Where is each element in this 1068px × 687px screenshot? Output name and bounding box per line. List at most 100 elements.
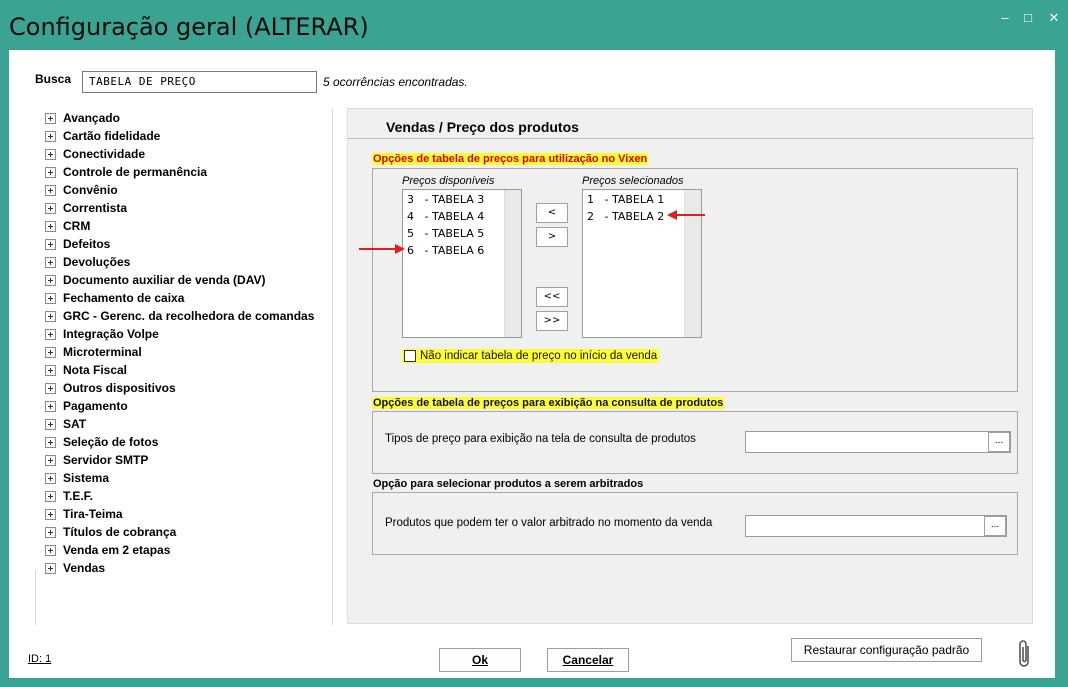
available-list-scrollbar[interactable] [504,190,521,337]
sidebar-item-label: Microterminal [63,345,142,359]
list-item[interactable]: 3 - TABELA 3 [407,193,484,210]
move-right-button[interactable]: > [536,227,568,247]
expand-icon[interactable] [45,346,56,358]
sidebar-item-nota-fiscal[interactable]: Nota Fiscal [45,361,127,379]
sidebar-item-outros-dispositivos[interactable]: Outros dispositivos [45,379,176,397]
expand-icon[interactable] [45,130,56,142]
paperclip-icon[interactable] [1015,638,1033,670]
record-id[interactable]: ID: 1 [28,653,51,665]
sidebar-item-label: Avançado [63,111,120,125]
ok-button[interactable]: Ok [439,648,521,672]
expand-icon[interactable] [45,292,56,304]
expand-icon[interactable] [45,256,56,268]
list-item[interactable]: 5 - TABELA 5 [407,227,484,244]
sidebar-item-convenio[interactable]: Convênio [45,181,118,199]
expand-icon[interactable] [45,184,56,196]
sidebar-item-pagamento[interactable]: Pagamento [45,397,128,415]
arbitrated-products-field-label: Produtos que podem ter o valor arbitrado… [385,517,713,529]
sidebar-item-devolucoes[interactable]: Devoluções [45,253,130,271]
expand-icon[interactable] [45,148,56,160]
sidebar-item-controle-permanencia[interactable]: Controle de permanência [45,163,207,181]
expand-icon[interactable] [45,112,56,124]
expand-icon[interactable] [45,274,56,286]
expand-icon[interactable] [45,472,56,484]
expand-icon[interactable] [45,220,56,232]
sidebar-item-titulos-cobranca[interactable]: Títulos de cobrança [45,523,176,541]
expand-icon[interactable] [45,364,56,376]
sidebar-item-integracao-volpe[interactable]: Integração Volpe [45,325,159,343]
sidebar-item-cartao-fidelidade[interactable]: Cartão fidelidade [45,127,160,145]
sidebar-item-correntista[interactable]: Correntista [45,199,127,217]
list-item[interactable]: 2 - TABELA 2 [587,210,664,227]
sidebar-item-fechamento-caixa[interactable]: Fechamento de caixa [45,289,184,307]
cancel-button[interactable]: Cancelar [547,648,629,672]
arbitrated-products-lookup-button[interactable]: ... [984,516,1006,536]
sidebar-item-tira-teima[interactable]: Tira-Teima [45,505,123,523]
maximize-icon[interactable]: □ [1020,10,1036,26]
expand-icon[interactable] [45,418,56,430]
sidebar-item-dav[interactable]: Documento auxiliar de venda (DAV) [45,271,265,289]
sidebar-item-venda-2-etapas[interactable]: Venda em 2 etapas [45,541,170,559]
sidebar-item-servidor-smtp[interactable]: Servidor SMTP [45,451,148,469]
no-price-table-checkbox-row[interactable]: Não indicar tabela de preço no início da… [402,349,660,363]
move-left-button[interactable]: < [536,203,568,223]
sidebar-item-vendas[interactable]: Vendas [45,559,105,577]
sidebar-item-label: Conectividade [63,147,146,161]
cancel-button-label: Cancelar [562,653,614,667]
sidebar-item-defeitos[interactable]: Defeitos [45,235,110,253]
sidebar-item-sat[interactable]: SAT [45,415,86,433]
move-all-right-button[interactable]: >> [536,311,568,331]
search-input[interactable]: TABELA DE PREÇO [82,71,317,93]
annotation-arrow-left-icon [667,210,705,220]
panel-divider [348,138,1034,139]
sidebar-item-label: Tira-Teima [63,507,123,521]
list-item[interactable]: 4 - TABELA 4 [407,210,484,227]
sidebar-item-label: Defeitos [63,237,111,251]
expand-icon[interactable] [45,328,56,340]
title-bar: Configuração geral (ALTERAR) – □ ✕ [0,0,1068,50]
sidebar-item-grc[interactable]: GRC - Gerenc. da recolhedora de comandas [45,307,314,325]
move-all-left-button[interactable]: << [536,287,568,307]
list-item[interactable]: 1 - TABELA 1 [587,193,664,210]
minimize-icon[interactable]: – [997,10,1013,26]
no-price-table-checkbox-label: Não indicar tabela de preço no início da… [420,350,658,362]
search-label: Busca [35,72,72,86]
expand-icon[interactable] [45,544,56,556]
sidebar-item-label: Integração Volpe [63,327,159,341]
no-price-table-checkbox[interactable] [404,350,416,362]
expand-icon[interactable] [45,436,56,448]
sidebar-item-label: Venda em 2 etapas [63,543,171,557]
sidebar-item-sistema[interactable]: Sistema [45,469,109,487]
expand-icon[interactable] [45,166,56,178]
query-price-field[interactable] [745,431,1011,453]
selected-prices-label: Preços selecionados [582,175,684,187]
expand-icon[interactable] [45,508,56,520]
sidebar-item-label: Controle de permanência [63,165,208,179]
arbitrated-products-field[interactable] [745,515,1007,537]
restore-defaults-button[interactable]: Restaurar configuração padrão [791,638,982,662]
sidebar-item-crm[interactable]: CRM [45,217,90,235]
expand-icon[interactable] [45,382,56,394]
sidebar-item-tef[interactable]: T.E.F. [45,487,93,505]
expand-icon[interactable] [45,562,56,574]
config-window: Configuração geral (ALTERAR) – □ ✕ Busca… [0,0,1068,687]
sidebar-item-label: Outros dispositivos [63,381,176,395]
close-icon[interactable]: ✕ [1046,10,1062,26]
expand-icon[interactable] [45,490,56,502]
sidebar-item-selecao-fotos[interactable]: Seleção de fotos [45,433,158,451]
sidebar-item-avancado[interactable]: Avançado [45,109,120,127]
expand-icon[interactable] [45,238,56,250]
sidebar-item-label: Documento auxiliar de venda (DAV) [63,273,266,287]
sidebar-item-label: T.E.F. [63,489,94,503]
sidebar-item-microterminal[interactable]: Microterminal [45,343,142,361]
sidebar-item-conectividade[interactable]: Conectividade [45,145,145,163]
expand-icon[interactable] [45,526,56,538]
query-price-lookup-button[interactable]: ... [988,432,1010,452]
expand-icon[interactable] [45,400,56,412]
expand-icon[interactable] [45,454,56,466]
available-prices-list[interactable]: 3 - TABELA 3 4 - TABELA 4 5 - TABELA 5 6… [402,189,522,338]
list-item[interactable]: 6 - TABELA 6 [407,244,484,261]
expand-icon[interactable] [45,310,56,322]
sidebar-item-label: Seleção de fotos [63,435,159,449]
expand-icon[interactable] [45,202,56,214]
